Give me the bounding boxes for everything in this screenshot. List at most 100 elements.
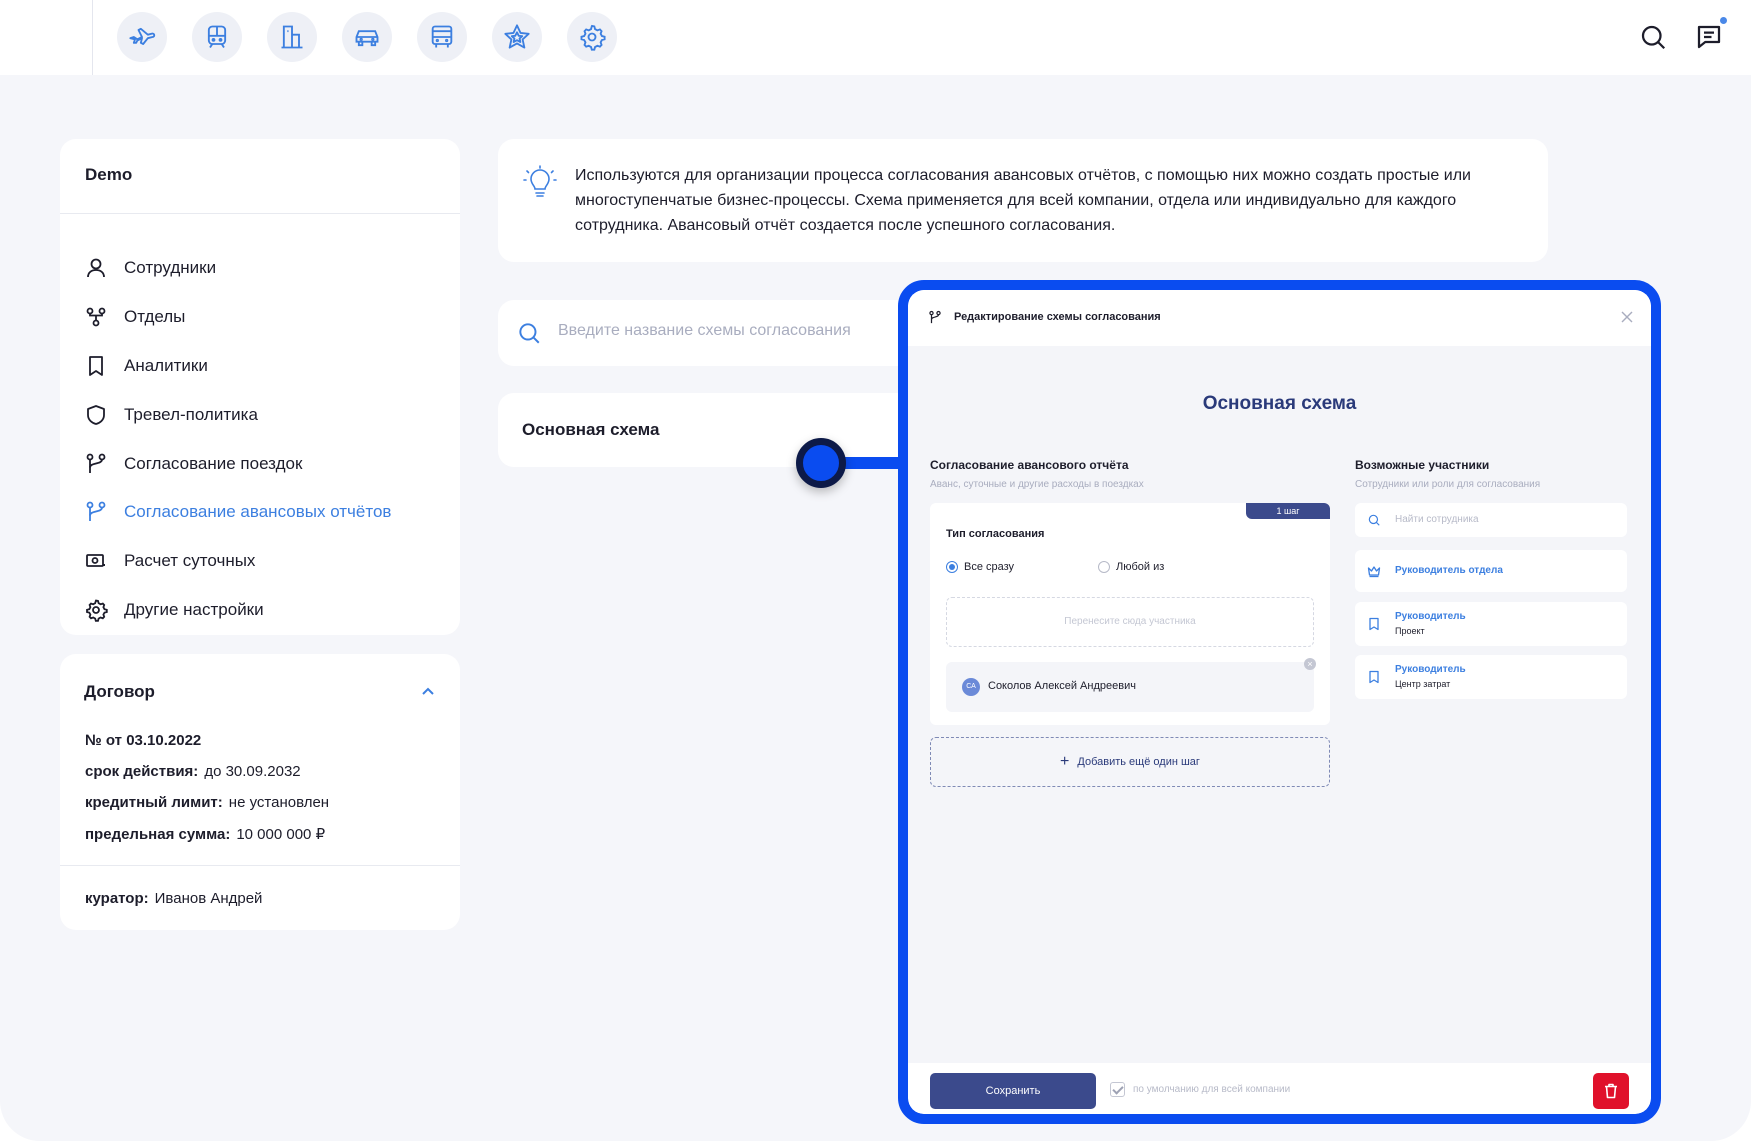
- role-name: Руководитель: [1395, 611, 1466, 622]
- add-step-label: Добавить ещё один шаг: [1077, 756, 1200, 768]
- participant-search-input[interactable]: Найти сотрудника: [1355, 503, 1627, 537]
- participant-dropzone[interactable]: Перенесите сюда участника: [946, 597, 1314, 647]
- approval-section-subtitle: Аванс, суточные и другие расходы в поезд…: [930, 479, 1144, 490]
- modal-title: Основная схема: [1202, 393, 1357, 414]
- default-for-company-checkbox[interactable]: по умолчанию для всей компании: [1110, 1082, 1290, 1097]
- scheme-search-input[interactable]: Введите название схемы согласования: [498, 300, 918, 366]
- top-bar: [0, 0, 1751, 75]
- nav-item-expense-approval[interactable]: Согласование авансовых отчётов: [84, 497, 391, 527]
- close-icon[interactable]: [1620, 310, 1634, 324]
- highlight-connector: [840, 457, 900, 469]
- step-badge: 1 шаг: [1246, 503, 1330, 519]
- app: Demo Сотрудники Отделы Аналитики Тревел-…: [0, 0, 1751, 1141]
- search-icon: [1368, 514, 1380, 526]
- nav-item-other-settings[interactable]: Другие настройки: [84, 595, 264, 625]
- company-name: Demo: [85, 165, 133, 184]
- nav-item-departments[interactable]: Отделы: [84, 302, 185, 332]
- divider: [60, 865, 460, 866]
- edit-scheme-modal: Редактирование схемы согласования Основн…: [908, 290, 1651, 1114]
- trash-icon: [1605, 1083, 1617, 1099]
- delete-button[interactable]: [1593, 1073, 1629, 1109]
- radio-any-of[interactable]: Любой из: [1098, 561, 1164, 573]
- modal-header-title: Редактирование схемы согласования: [954, 311, 1161, 323]
- search-placeholder: Введите название схемы согласования: [558, 322, 851, 339]
- radio-all-at-once[interactable]: Все сразу: [946, 561, 1014, 573]
- nav-item-analytics[interactable]: Аналитики: [84, 351, 208, 381]
- avatar: СА: [962, 678, 980, 696]
- approval-section-title: Согласование авансового отчёта: [930, 458, 1129, 472]
- star-icon: [504, 24, 530, 49]
- company-panel: Demo Сотрудники Отделы Аналитики Тревел-…: [60, 139, 460, 635]
- service-hotel[interactable]: [267, 12, 317, 62]
- participants-title: Возможные участники: [1355, 458, 1490, 472]
- nav-item-travel-policy[interactable]: Тревел-политика: [84, 400, 258, 430]
- money-icon: [86, 554, 105, 567]
- search-icon: [519, 323, 540, 344]
- participant-search-placeholder: Найти сотрудника: [1395, 514, 1479, 525]
- nav-label: Согласование поездок: [124, 454, 303, 473]
- chevron-up-icon[interactable]: [420, 684, 436, 700]
- participant-item[interactable]: СА Соколов Алексей Андреевич ×: [946, 658, 1316, 712]
- add-step-button[interactable]: + Добавить ещё один шаг: [930, 737, 1330, 787]
- approval-type-label: Тип согласования: [946, 528, 1045, 540]
- plus-icon: +: [1060, 753, 1070, 770]
- airplane-icon: [129, 27, 156, 45]
- gear-icon: [86, 599, 108, 622]
- info-card: Используются для организации процесса со…: [498, 139, 1548, 262]
- service-train[interactable]: [192, 12, 242, 62]
- chat-icon[interactable]: [1694, 22, 1724, 52]
- nav-item-per-diem[interactable]: Расчет суточных: [84, 546, 255, 576]
- service-airplane[interactable]: [117, 12, 167, 62]
- bus-icon: [431, 25, 453, 48]
- nav-label: Тревел-политика: [124, 405, 258, 424]
- divider: [92, 0, 93, 75]
- step-card: 1 шаг Тип согласования Все сразу Любой и…: [930, 503, 1330, 725]
- service-bus[interactable]: [417, 12, 467, 62]
- contract-limit-amount: предельная сумма: 10 000 000 ₽: [85, 826, 326, 843]
- radio-circle: [1098, 561, 1110, 573]
- contract-title: Договор: [84, 682, 155, 701]
- role-sub: Проект: [1395, 626, 1425, 636]
- remove-icon[interactable]: ×: [1304, 658, 1316, 670]
- divider: [60, 213, 460, 214]
- nav-label: Согласование авансовых отчётов: [124, 502, 392, 521]
- radio-label: Любой из: [1116, 561, 1165, 573]
- save-button[interactable]: Сохранить: [930, 1073, 1096, 1109]
- hotel-icon: [281, 25, 303, 49]
- service-settings[interactable]: [567, 12, 617, 62]
- branch-icon: [86, 453, 106, 473]
- car-icon: [355, 30, 379, 47]
- service-star[interactable]: [492, 12, 542, 62]
- notification-dot: [1720, 17, 1727, 24]
- train-icon: [207, 25, 227, 49]
- radio-label: Все сразу: [964, 561, 1015, 573]
- nav-item-employees[interactable]: Сотрудники: [84, 253, 216, 283]
- role-project-head[interactable]: Руководитель Проект: [1355, 602, 1627, 646]
- scheme-item[interactable]: Основная схема: [498, 393, 918, 467]
- highlight-dot: [796, 438, 846, 488]
- contract-credit-limit: кредитный лимит: не установлен: [85, 794, 330, 811]
- bookmark-icon: [1369, 617, 1379, 631]
- lightbulb-icon: [523, 165, 557, 197]
- modal-footer: Сохранить по умолчанию для всей компании: [908, 1063, 1651, 1114]
- branch-icon: [86, 501, 106, 521]
- modal-header: Редактирование схемы согласования: [908, 290, 1651, 346]
- scheme-name: Основная схема: [522, 420, 660, 439]
- search-icon[interactable]: [1638, 22, 1668, 52]
- nav-item-trip-approval[interactable]: Согласование поездок: [84, 449, 302, 479]
- role-name: Руководитель отдела: [1395, 565, 1503, 576]
- departments-icon: [86, 307, 106, 327]
- participants-subtitle: Сотрудники или роли для согласования: [1355, 479, 1541, 490]
- service-car[interactable]: [342, 12, 392, 62]
- shield-icon: [87, 405, 105, 425]
- nav-label: Расчет суточных: [124, 551, 256, 570]
- role-cost-center-head[interactable]: Руководитель Центр затрат: [1355, 655, 1627, 699]
- participant-name: Соколов Алексей Андреевич: [988, 680, 1136, 692]
- contract-curator: куратор: Иванов Андрей: [85, 890, 263, 907]
- crown-icon: [1367, 566, 1381, 578]
- role-department-head[interactable]: Руководитель отдела: [1355, 550, 1627, 592]
- contract-number: № от 03.10.2022: [85, 732, 202, 749]
- checkbox-label: по умолчанию для всей компании: [1133, 1084, 1291, 1095]
- contract-panel: Договор № от 03.10.2022 срок действия: до…: [60, 654, 460, 930]
- nav-label: Аналитики: [124, 356, 208, 375]
